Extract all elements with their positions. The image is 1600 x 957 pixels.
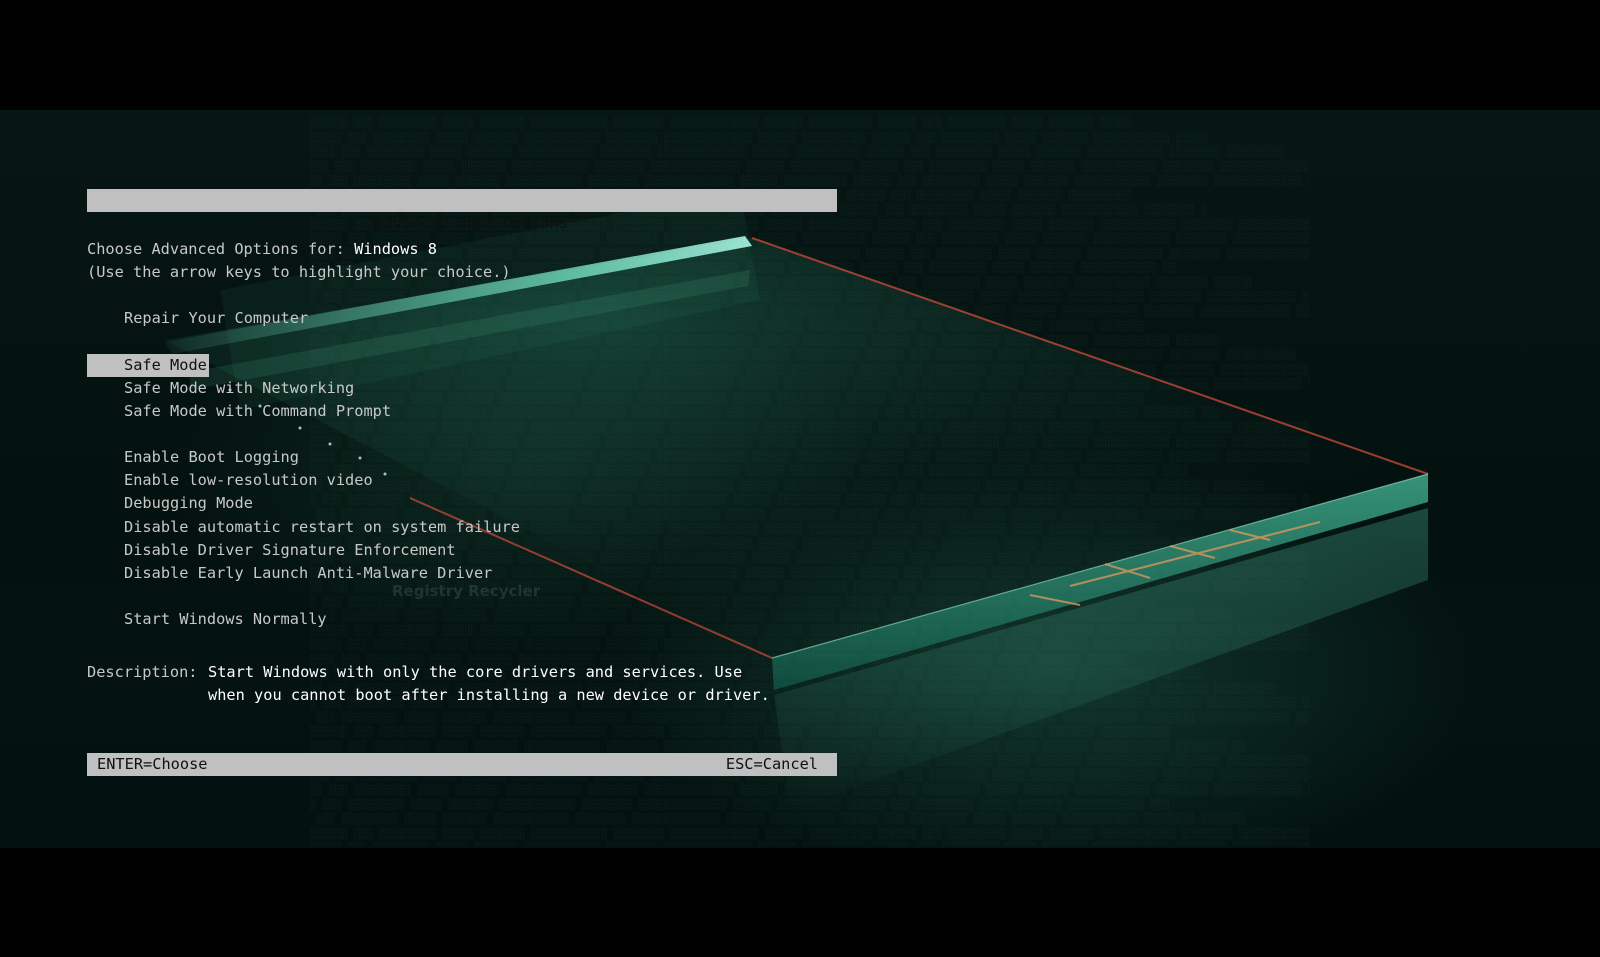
title-text: Advanced Boot Options (374, 214, 568, 232)
menu-item-debugging-mode[interactable]: Debugging Mode (87, 492, 253, 515)
menu-item-disable-driver-signature[interactable]: Disable Driver Signature Enforcement (87, 539, 456, 562)
description-line-2: when you cannot boot after installing a … (208, 686, 770, 705)
title-bar: Advanced Boot Options (87, 189, 837, 232)
prompt-line: Choose Advanced Options for: Windows 8 (87, 238, 437, 261)
enter-choose-hint[interactable]: ENTER=Choose (97, 753, 208, 776)
esc-cancel-hint[interactable]: ESC=Cancel (726, 753, 818, 776)
menu-item-disable-auto-restart[interactable]: Disable automatic restart on system fail… (87, 516, 520, 539)
prompt-label: Choose Advanced Options for: (87, 240, 355, 258)
menu-item-enable-boot-logging[interactable]: Enable Boot Logging (87, 446, 299, 469)
os-name: Windows 8 (354, 240, 437, 258)
menu-item-disable-elam-driver[interactable]: Disable Early Launch Anti-Malware Driver (87, 562, 492, 585)
menu-item-safe-mode-networking[interactable]: Safe Mode with Networking (87, 377, 354, 400)
menu-item-repair-your-computer[interactable]: Repair Your Computer (87, 307, 308, 330)
menu-item-safe-mode[interactable]: Safe Mode (87, 354, 209, 377)
menu-item-start-windows-normally[interactable]: Start Windows Normally (87, 608, 327, 631)
menu-item-low-resolution-video[interactable]: Enable low-resolution video (87, 469, 373, 492)
description-line-1: Start Windows with only the core drivers… (208, 663, 743, 681)
menu-item-safe-mode-command-prompt[interactable]: Safe Mode with Command Prompt (87, 400, 391, 423)
description-label: Description: (87, 663, 198, 681)
prompt-hint: (Use the arrow keys to highlight your ch… (87, 263, 511, 281)
description-text: Start Windows with only the core drivers… (208, 661, 770, 708)
footer-bar: ENTER=Choose ESC=Cancel (87, 753, 837, 776)
